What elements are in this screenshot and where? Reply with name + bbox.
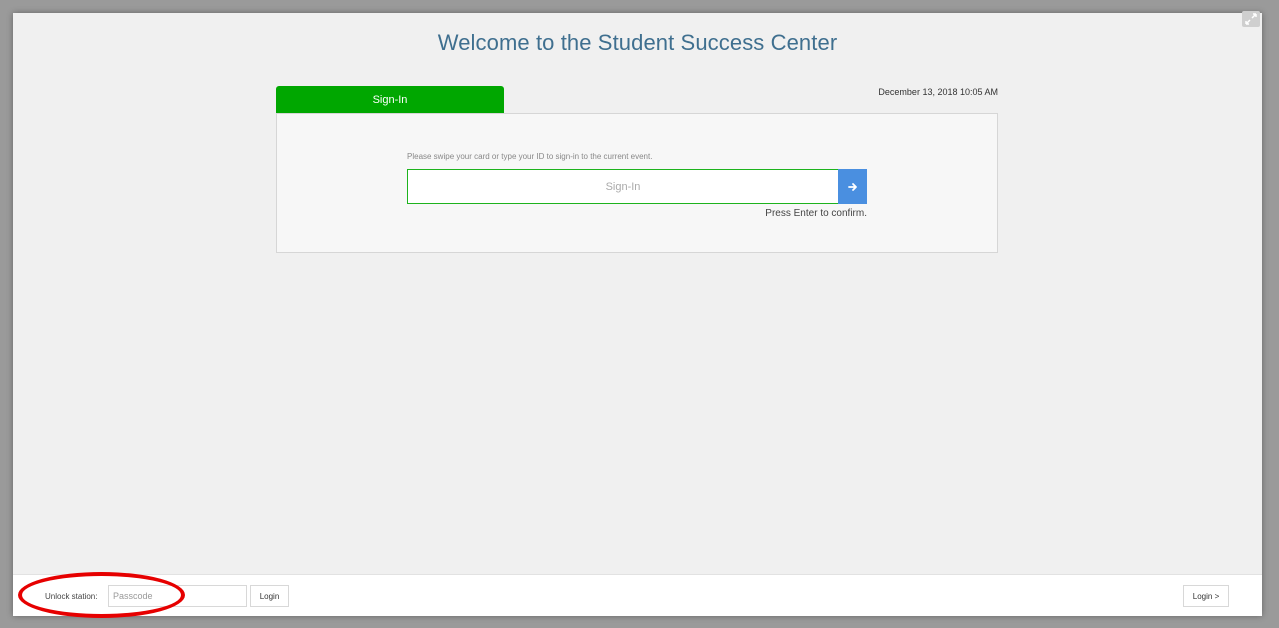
current-datetime: December 13, 2018 10:05 AM <box>878 87 998 97</box>
tab-sign-in[interactable]: Sign-In <box>276 86 504 114</box>
sign-in-input[interactable] <box>407 169 839 204</box>
passcode-input[interactable] <box>108 585 247 607</box>
expand-icon <box>1245 13 1257 25</box>
app-window: Welcome to the Student Success Center De… <box>13 11 1262 616</box>
tab-sign-in-label: Sign-In <box>372 94 408 106</box>
fullscreen-toggle[interactable] <box>1242 11 1260 27</box>
unlock-login-button[interactable]: Login <box>250 585 289 607</box>
confirm-hint: Press Enter to confirm. <box>765 208 867 219</box>
footer-bar: Unlock station: Login Login > <box>13 574 1262 616</box>
sign-in-instruction: Please swipe your card or type your ID t… <box>407 152 653 161</box>
sign-in-panel: Please swipe your card or type your ID t… <box>276 113 998 253</box>
unlock-station-label: Unlock station: <box>45 592 98 601</box>
sign-in-submit-button[interactable] <box>838 169 867 204</box>
arrow-right-icon <box>847 182 857 191</box>
page-title: Welcome to the Student Success Center <box>437 30 838 55</box>
login-next-button[interactable]: Login > <box>1183 585 1229 607</box>
